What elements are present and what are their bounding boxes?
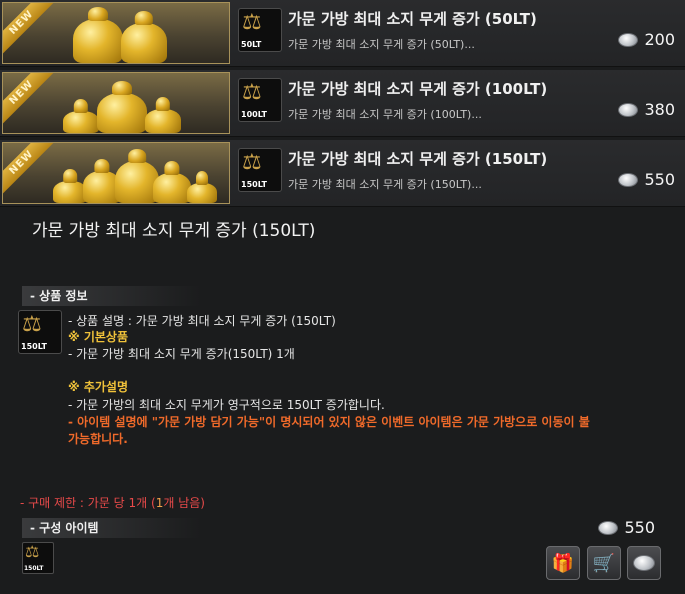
product-title: 가문 가방 최대 소지 무게 증가 (150LT) <box>288 150 548 168</box>
coin-icon <box>598 520 619 535</box>
product-row[interactable]: NEW ⚖ 100LT 가문 가방 최대 소지 무게 증가 (100LT) 가문… <box>0 70 685 137</box>
new-badge: NEW <box>3 143 60 201</box>
product-description-line: - 상품 설명 : 가문 가방 최대 소지 무게 증가 (150LT) <box>68 314 336 328</box>
section-header-product-info: - 상품 정보 <box>22 286 200 306</box>
scale-icon: ⚖ <box>242 80 262 105</box>
total-price: 550 <box>598 518 655 537</box>
extra-description-line: - 가문 가방의 최대 소지 무게가 영구적으로 150LT 증가합니다. <box>68 398 385 412</box>
scale-icon: ⚖ <box>242 150 262 175</box>
scale-icon: ⚖ <box>242 10 262 35</box>
thumbnail-label: 150LT <box>21 342 47 351</box>
thumbnail-label: 50LT <box>241 40 262 49</box>
scale-icon: ⚖ <box>22 312 42 337</box>
product-description: 가문 가방 최대 소지 무게 증가 (50LT)... <box>288 38 475 51</box>
product-banner: NEW <box>2 72 230 134</box>
product-description: 가문 가방 최대 소지 무게 증가 (150LT)... <box>288 178 482 191</box>
coin-icon <box>618 102 639 117</box>
component-item-thumbnail[interactable]: ⚖ 150LT <box>22 542 54 574</box>
product-description: 가문 가방 최대 소지 무게 증가 (100LT)... <box>288 108 482 121</box>
product-banner: NEW <box>2 2 230 64</box>
basic-product-line: - 가문 가방 최대 소지 무게 증가(150LT) 1개 <box>68 347 295 361</box>
cart-button[interactable]: 🛒 <box>587 546 621 580</box>
gift-button[interactable]: 🎁 <box>546 546 580 580</box>
purchase-limit-suffix: 개 남음) <box>163 496 205 510</box>
extra-description-heading: ※ 추가설명 <box>68 380 129 394</box>
item-thumbnail[interactable]: ⚖ 100LT <box>238 78 282 122</box>
price-value: 380 <box>644 100 675 119</box>
scale-icon: ⚖ <box>25 542 40 561</box>
coin-icon <box>618 32 639 47</box>
price-value: 550 <box>644 170 675 189</box>
product-title: 가문 가방 최대 소지 무게 증가 (100LT) <box>288 80 548 98</box>
warning-line-continued: 가능합니다. <box>68 432 128 446</box>
thumbnail-label: 150LT <box>24 565 44 572</box>
purchase-limit-prefix: - 구매 제한 : 가문 당 1개 ( <box>20 496 156 510</box>
thumbnail-label: 100LT <box>241 110 267 119</box>
section-header-components: - 구성 아이템 <box>22 518 200 538</box>
gift-icon: 🎁 <box>551 552 575 574</box>
coin-icon <box>633 555 655 571</box>
product-price: 550 <box>618 170 675 189</box>
total-price-value: 550 <box>624 518 655 537</box>
price-value: 200 <box>644 30 675 49</box>
product-banner: NEW <box>2 142 230 204</box>
product-price: 200 <box>618 30 675 49</box>
item-thumbnail[interactable]: ⚖ 50LT <box>238 8 282 52</box>
product-price: 380 <box>618 100 675 119</box>
item-thumbnail[interactable]: ⚖ 150LT <box>238 148 282 192</box>
purchase-limit: - 구매 제한 : 가문 당 1개 (1개 남음) <box>20 494 205 511</box>
new-badge: NEW <box>3 3 60 61</box>
detail-item-thumbnail[interactable]: ⚖ 150LT <box>18 310 62 354</box>
new-badge: NEW <box>3 73 60 131</box>
basic-product-heading: ※ 기본상품 <box>68 330 129 344</box>
product-row[interactable]: NEW ⚖ 50LT 가문 가방 최대 소지 무게 증가 (50LT) 가문 가… <box>0 0 685 67</box>
coin-icon <box>618 172 639 187</box>
product-row[interactable]: NEW ⚖ 150LT 가문 가방 최대 소지 무게 증가 (150LT) 가문… <box>0 140 685 207</box>
thumbnail-label: 150LT <box>241 180 267 189</box>
warning-line: - 아이템 설명에 "가문 가방 담기 가능"이 명시되어 있지 않은 이벤트 … <box>68 415 590 429</box>
cart-icon: 🛒 <box>592 552 616 574</box>
detail-title: 가문 가방 최대 소지 무게 증가 (150LT) <box>32 221 316 241</box>
buy-button[interactable] <box>627 546 661 580</box>
product-title: 가문 가방 최대 소지 무게 증가 (50LT) <box>288 10 537 28</box>
